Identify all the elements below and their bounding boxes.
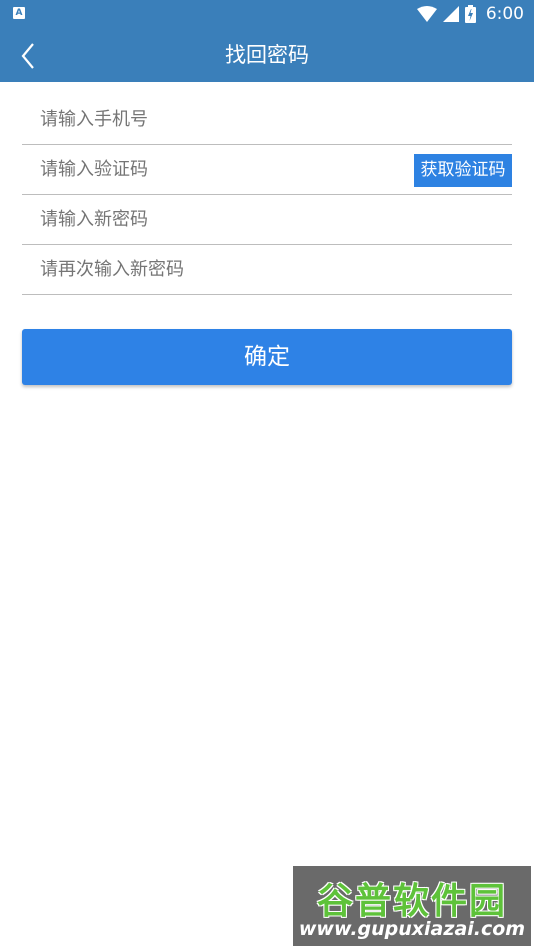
watermark: 谷普软件园 www.gupuxiazai.com: [293, 866, 531, 946]
back-button[interactable]: [8, 36, 48, 76]
code-field-row: 获取验证码: [22, 145, 512, 195]
get-code-button[interactable]: 获取验证码: [414, 154, 512, 187]
phone-input[interactable]: [40, 101, 420, 137]
new-password-input[interactable]: [40, 201, 420, 237]
recover-password-form: 获取验证码: [22, 95, 512, 295]
cellular-signal-icon: [442, 6, 459, 22]
wifi-icon: [416, 6, 437, 22]
verification-code-input[interactable]: [40, 151, 330, 187]
confirm-button[interactable]: 确定: [22, 329, 512, 385]
phone-field-row: [22, 95, 512, 145]
watermark-url: www.gupuxiazai.com: [298, 918, 526, 940]
confirm-password-input[interactable]: [40, 251, 420, 287]
confirm-password-field-row: [22, 245, 512, 295]
new-password-field-row: [22, 195, 512, 245]
status-indicators: 6:00: [416, 0, 524, 28]
page-title: 找回密码: [225, 43, 309, 67]
notification-app-icon: A: [13, 7, 25, 19]
status-time: 6:00: [485, 4, 524, 24]
battery-icon: [464, 5, 476, 23]
watermark-title: 谷普软件园: [316, 881, 507, 922]
app-bar: 找回密码: [0, 28, 534, 82]
status-bar: A 6:00: [0, 0, 534, 28]
chevron-left-icon: [21, 43, 34, 69]
